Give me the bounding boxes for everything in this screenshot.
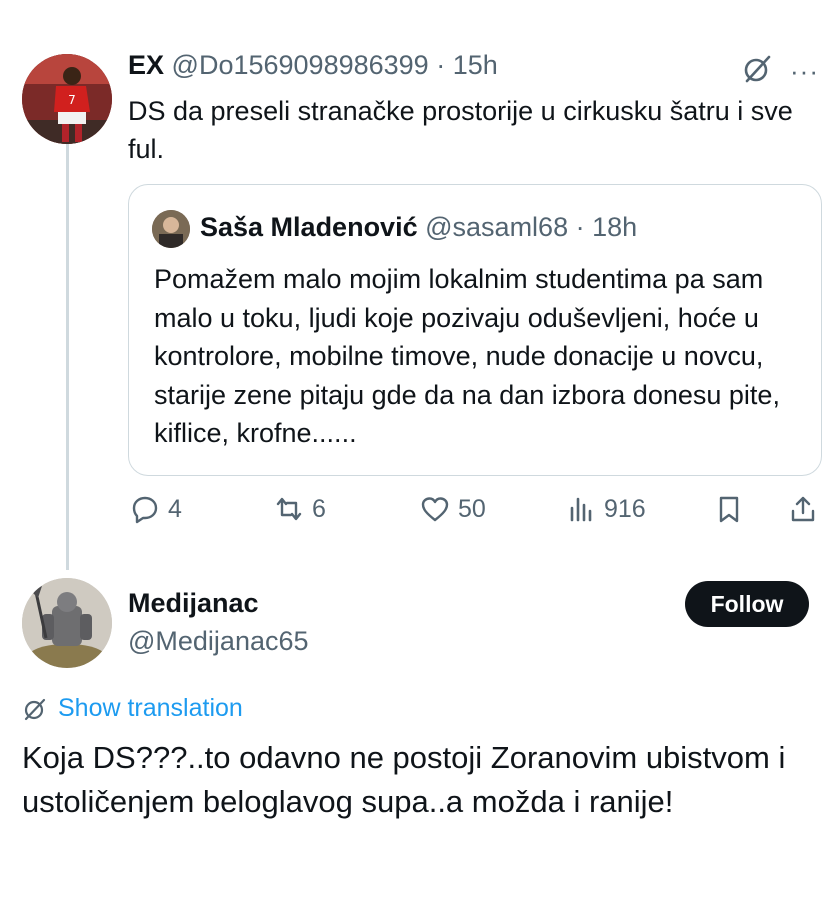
tweet-header: EX @Do1569098986399 · 15h [128,50,498,81]
grok-icon[interactable] [742,54,772,84]
quoted-author-name: Saša Mladenović [200,212,418,242]
separator-dot: · [436,50,446,80]
repost-count: 6 [312,494,326,523]
bookmark-button[interactable] [714,494,744,524]
reply-button[interactable]: 4 [130,494,182,524]
bookmark-icon [719,496,739,523]
quoted-text: Pomažem malo mojim lokalnim studentima p… [154,264,780,448]
like-count: 50 [458,494,486,523]
follow-button[interactable]: Follow [685,581,809,627]
svg-text:7: 7 [68,93,76,107]
show-translation-label[interactable]: Show translation [58,694,243,723]
views-count: 916 [604,494,646,523]
repost-button[interactable]: 6 [274,494,326,524]
quoted-timestamp: 18h [592,212,638,242]
quoted-header: Saša Mladenović @sasaml68 · 18h [200,212,637,243]
reply-icon [132,496,158,524]
like-icon [421,497,449,522]
action-bar: 4 6 50 916 [128,494,822,534]
translate-icon [24,698,46,720]
quoted-avatar[interactable] [152,210,190,248]
avatar[interactable] [22,578,112,668]
author-name[interactable]: EX [128,50,164,80]
share-icon [791,496,815,522]
reply-text: Koja DS???..to odavno ne postoji Zoranov… [22,740,786,819]
more-icon[interactable]: ··· [790,56,819,87]
quoted-handle: @sasaml68 [425,212,569,242]
like-button[interactable]: 50 [420,494,486,524]
avatar[interactable]: 7 [22,54,112,144]
thread-connector-line [66,120,69,570]
views-icon [570,497,592,522]
reply-author-name[interactable]: Medijanac [128,588,259,619]
show-translation-link[interactable]: Show translation [22,694,243,723]
repost-icon [276,497,302,521]
author-handle[interactable]: @Do1569098986399 [172,50,429,80]
views-button[interactable]: 916 [566,494,646,524]
tweet-text: DS da preseli stranačke prostorije u cir… [128,96,793,164]
share-button[interactable] [788,494,818,524]
reply-author-handle[interactable]: @Medijanac65 [128,626,309,657]
reply-count: 4 [168,494,182,523]
timestamp[interactable]: 15h [453,50,498,80]
separator-dot: · [575,212,585,242]
